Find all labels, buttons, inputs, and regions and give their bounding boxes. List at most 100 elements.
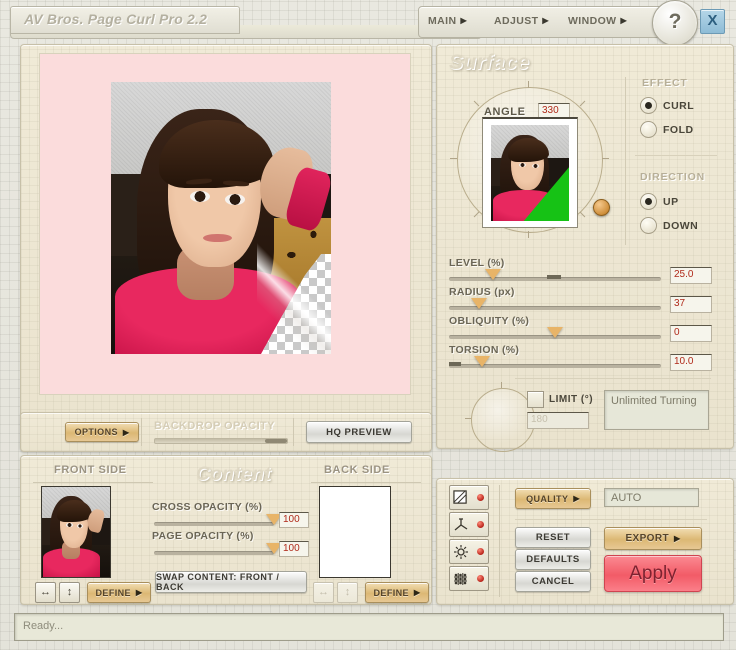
effect-radio-curl[interactable] (640, 97, 657, 114)
dial-tick (580, 101, 586, 107)
apply-button-label: Apply (629, 563, 677, 585)
backdrop-opacity-slider[interactable] (154, 438, 288, 444)
back-flip-horizontal-button[interactable]: ↔ (313, 582, 334, 603)
direction-up-label: UP (663, 196, 679, 208)
surface-panel: Surface ANGLE 330 (436, 44, 734, 449)
dial-tick (450, 158, 457, 159)
swap-content-label: SWAP CONTENT: FRONT / BACK (156, 572, 306, 592)
menu-window[interactable]: WINDOW▶ (568, 15, 627, 27)
back-define-label: DEFINE (374, 588, 409, 598)
quality-value: AUTO (604, 488, 699, 507)
obliquity-slider-thumb[interactable] (547, 327, 563, 338)
texture-grid-icon (453, 571, 469, 587)
front-side-thumbnail[interactable] (41, 486, 111, 578)
turning-dial[interactable] (471, 388, 535, 452)
surface-thumbnail-preview (482, 117, 578, 228)
lighting-axis-icon (453, 517, 469, 533)
page-opacity-slider-track[interactable] (154, 551, 274, 555)
front-define-button[interactable]: DEFINE ▶ (87, 582, 151, 603)
chevron-right-icon: ▶ (674, 534, 681, 543)
back-define-button[interactable]: DEFINE▶ (365, 582, 429, 603)
menu-adjust-label: ADJUST (494, 15, 538, 27)
hq-preview-button[interactable]: HQ PREVIEW (306, 421, 412, 443)
backdrop-opacity-thumb[interactable] (265, 439, 287, 443)
divider (311, 482, 421, 483)
defaults-button[interactable]: DEFAULTS (515, 549, 591, 570)
angle-dial-handle[interactable] (593, 199, 610, 216)
lighting-toggle-button[interactable] (449, 512, 489, 537)
level-slider-thumb[interactable] (485, 269, 501, 280)
chevron-right-icon: ▶ (542, 16, 549, 25)
texture-toggle-button[interactable] (449, 566, 489, 591)
back-side-thumbnail[interactable] (319, 486, 391, 578)
reset-button[interactable]: RESET (515, 527, 591, 548)
chevron-right-icon: ▶ (136, 588, 143, 597)
export-button[interactable]: EXPORT▶ (604, 527, 702, 550)
limit-checkbox[interactable] (527, 391, 544, 408)
divider (141, 418, 142, 446)
direction-radio-down[interactable] (640, 217, 657, 234)
lighting-led-icon (477, 521, 484, 528)
quality-button[interactable]: QUALITY▶ (515, 488, 591, 509)
obliquity-value[interactable]: 0 (670, 325, 712, 342)
photo-eye-left (66, 523, 72, 527)
options-button-label: OPTIONS (75, 427, 118, 437)
limit-value[interactable]: 180 (527, 412, 589, 429)
front-flip-horizontal-button[interactable]: ↔ (35, 582, 56, 603)
obliquity-label: OBLIQUITY (%) (449, 315, 529, 327)
cross-opacity-label: CROSS OPACITY (%) (152, 501, 262, 513)
page-opacity-value[interactable]: 100 (279, 541, 309, 557)
radius-label: RADIUS (px) (449, 286, 515, 298)
back-flip-vertical-button[interactable]: ↕ (337, 582, 358, 603)
action-panel: QUALITY▶ AUTO RESET DEFAULTS CANCEL EXPO… (436, 478, 734, 605)
brightness-toggle-button[interactable] (449, 539, 489, 564)
cancel-button[interactable]: CANCEL (515, 571, 591, 592)
shadow-led-icon (477, 494, 484, 501)
divider (635, 155, 717, 156)
back-side-label: BACK SIDE (324, 464, 390, 476)
cross-opacity-slider-track[interactable] (154, 522, 274, 526)
cancel-button-label: CANCEL (532, 576, 575, 587)
app-title: AV Bros. Page Curl Pro 2.2 (24, 11, 207, 27)
options-button[interactable]: OPTIONS▶ (65, 422, 139, 442)
help-button[interactable]: ? (652, 0, 698, 46)
defaults-button-label: DEFAULTS (526, 554, 579, 565)
brightness-led-icon (477, 548, 484, 555)
dial-tick (465, 418, 471, 419)
hq-preview-label: HQ PREVIEW (326, 427, 392, 438)
effect-curl-label: CURL (663, 100, 694, 112)
menu-main[interactable]: MAIN▶ (428, 15, 467, 27)
divider (499, 485, 500, 597)
close-icon: X (701, 10, 724, 32)
flip-horizontal-icon: ↔ (318, 586, 329, 598)
divider (515, 378, 711, 379)
dial-tick (580, 212, 586, 218)
texture-led-icon (477, 575, 484, 582)
backdrop-opacity-label: BACKDROP OPACITY (154, 420, 275, 432)
radius-value[interactable]: 37 (670, 296, 712, 313)
effect-radio-fold[interactable] (640, 121, 657, 138)
radius-slider-thumb[interactable] (471, 298, 487, 309)
photo-eye-right (225, 194, 245, 205)
menu-window-label: WINDOW (568, 15, 616, 27)
direction-radio-up[interactable] (640, 193, 657, 210)
shadow-toggle-button[interactable] (449, 485, 489, 510)
front-flip-vertical-button[interactable]: ↕ (59, 582, 80, 603)
menu-adjust[interactable]: ADJUST ▶ (494, 15, 549, 27)
effect-group-label: EFFECT (642, 77, 688, 89)
swap-content-button[interactable]: SWAP CONTENT: FRONT / BACK (155, 571, 307, 593)
menu-main-label: MAIN (428, 15, 456, 27)
torsion-value[interactable]: 10.0 (670, 354, 712, 371)
close-button[interactable]: X (700, 9, 725, 34)
surface-thumb-photo (491, 125, 569, 221)
flip-horizontal-icon: ↔ (40, 586, 51, 598)
level-value[interactable]: 25.0 (670, 267, 712, 284)
torsion-slider-thumb[interactable] (474, 356, 490, 367)
cross-opacity-value[interactable]: 100 (279, 512, 309, 528)
photo-fringe (508, 138, 549, 162)
front-define-label: DEFINE (96, 588, 131, 598)
apply-button[interactable]: Apply (604, 555, 702, 592)
title-bar: AV Bros. Page Curl Pro 2.2 MAIN▶ ADJUST ▶… (0, 0, 736, 42)
divider (515, 519, 707, 520)
preview-canvas[interactable] (39, 53, 411, 395)
